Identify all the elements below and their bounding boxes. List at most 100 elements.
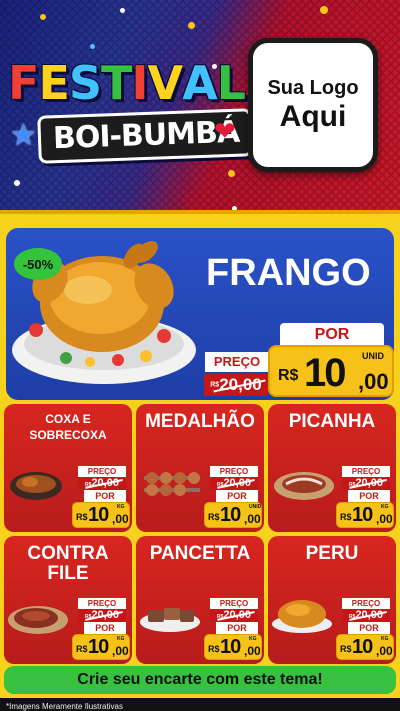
festival-title: FESTIVAL [8,56,246,110]
product-card[interactable]: MEDALHÃO PREÇO R$20,00 POR R$ 10 UNID ,00 [136,404,264,532]
price-unit: UNID [249,504,262,510]
product-image [10,472,62,500]
confetti-dot [228,170,235,177]
por-label: POR [84,490,126,502]
header-banner: FESTIVAL ★ BOI-BUMBÁ ❤ Sua Logo Aqui [0,0,400,218]
price-integer: 10 [304,351,346,395]
old-price: R$20,00 [210,609,258,622]
price-decimal: ,00 [376,644,393,658]
price-currency: R$ [208,644,220,654]
price-integer: 10 [352,504,373,526]
price-currency: R$ [340,644,352,654]
logo-line-1: Sua Logo [267,77,359,99]
old-price: R$20,00 [204,374,268,396]
por-label: POR [280,323,384,347]
price-unit: KG [249,636,257,642]
price-currency: R$ [76,644,88,654]
price-unit: UNID [362,351,384,361]
price-unit: KG [117,504,125,510]
product-card[interactable]: CONTRA FILE PREÇO R$20,00 POR R$ 10 KG ,00 [4,536,132,664]
price-decimal: ,00 [244,644,261,658]
price-integer: 10 [88,636,109,658]
confetti-dot [90,44,95,49]
product-price: R$ 10 KG ,00 [204,634,262,660]
confetti-dot [320,6,328,14]
price-unit: KG [117,636,125,642]
illustrative-note: *Imagens Meramente Ilustrativas [0,698,400,711]
flyer: FESTIVAL ★ BOI-BUMBÁ ❤ Sua Logo Aqui -50… [0,0,400,711]
logo-placeholder[interactable]: Sua Logo Aqui [248,38,378,172]
preco-label: PREÇO [342,466,390,477]
product-image [274,472,334,500]
product-price: R$ 10 KG ,00 [336,502,394,528]
price-decimal: ,00 [376,512,393,526]
price-currency: R$ [208,512,220,522]
preco-label: PREÇO [205,352,269,372]
product-name: MEDALHÃO [145,411,255,432]
old-price-value: 20,00 [91,609,119,621]
price-unit: KG [381,636,389,642]
price-decimal: ,00 [112,644,129,658]
product-card[interactable]: PANCETTA PREÇO R$20,00 POR R$ 10 KG ,00 [136,536,264,664]
featured-product-name: FRANGO [206,252,371,294]
price-integer: 10 [352,636,373,658]
old-price-value: 20,00 [223,477,251,489]
product-name: PANCETTA [149,543,251,564]
confetti-dot [40,14,46,20]
featured-offer[interactable]: -50% FRANGO POR PREÇO R$20,00 R$ 10 UNID… [6,228,394,400]
confetti-dot [188,22,195,29]
price-integer: 10 [220,636,241,658]
offers-area: -50% FRANGO POR PREÇO R$20,00 R$ 10 UNID… [0,210,400,711]
old-price-value: 20,00 [219,375,262,394]
confetti-dot [14,180,20,186]
price-decimal: ,00 [244,512,261,526]
product-card[interactable]: PICANHA PREÇO R$20,00 POR R$ 10 KG ,00 [268,404,396,532]
star-icon: ★ [10,119,37,152]
price-integer: 10 [220,504,241,526]
product-image [8,606,68,634]
preco-label: PREÇO [342,598,390,609]
create-flyer-button[interactable]: Crie seu encarte com este tema! [4,666,396,694]
old-price-currency: R$ [210,381,220,389]
product-name: COXA E SOBRECOXA [29,412,107,442]
product-name: PICANHA [288,411,376,432]
por-label: POR [84,622,126,634]
old-price-value: 20,00 [223,609,251,621]
por-label: POR [216,622,258,634]
price-currency: R$ [340,512,352,522]
old-price: R$20,00 [342,477,390,490]
product-image [272,600,332,633]
product-price: R$ 10 KG ,00 [72,634,130,660]
heart-icon: ❤ [214,116,236,146]
product-card[interactable]: COXA E SOBRECOXA PREÇO R$20,00 POR R$ 10 KG ,00 [4,404,132,532]
product-price: R$ 10 UNID ,00 [204,502,262,528]
product-card[interactable]: PERU PREÇO R$20,00 POR R$ 10 KG ,00 [268,536,396,664]
product-price: R$ 10 KG ,00 [72,502,130,528]
product-image [140,608,200,632]
preco-label: PREÇO [210,598,258,609]
featured-price: R$ 10 UNID ,00 [268,345,394,397]
old-price: R$20,00 [78,609,126,622]
preco-label: PREÇO [210,466,258,477]
price-unit: KG [381,504,389,510]
old-price: R$20,00 [342,609,390,622]
price-currency: R$ [278,367,299,384]
old-price: R$20,00 [78,477,126,490]
product-image [144,472,200,496]
por-label: POR [348,490,390,502]
confetti-dot [120,8,125,13]
old-price-value: 20,00 [91,477,119,489]
por-label: POR [216,490,258,502]
price-integer: 10 [88,504,109,526]
price-decimal: ,00 [112,512,129,526]
product-name: CONTRA FILE [27,543,109,584]
preco-label: PREÇO [78,598,126,609]
discount-badge: -50% [14,248,62,280]
price-decimal: ,00 [358,369,389,394]
old-price-value: 20,00 [355,477,383,489]
old-price-value: 20,00 [355,609,383,621]
por-label: POR [348,622,390,634]
preco-label: PREÇO [78,466,126,477]
logo-line-2: Aqui [279,100,347,133]
old-price: R$20,00 [210,477,258,490]
